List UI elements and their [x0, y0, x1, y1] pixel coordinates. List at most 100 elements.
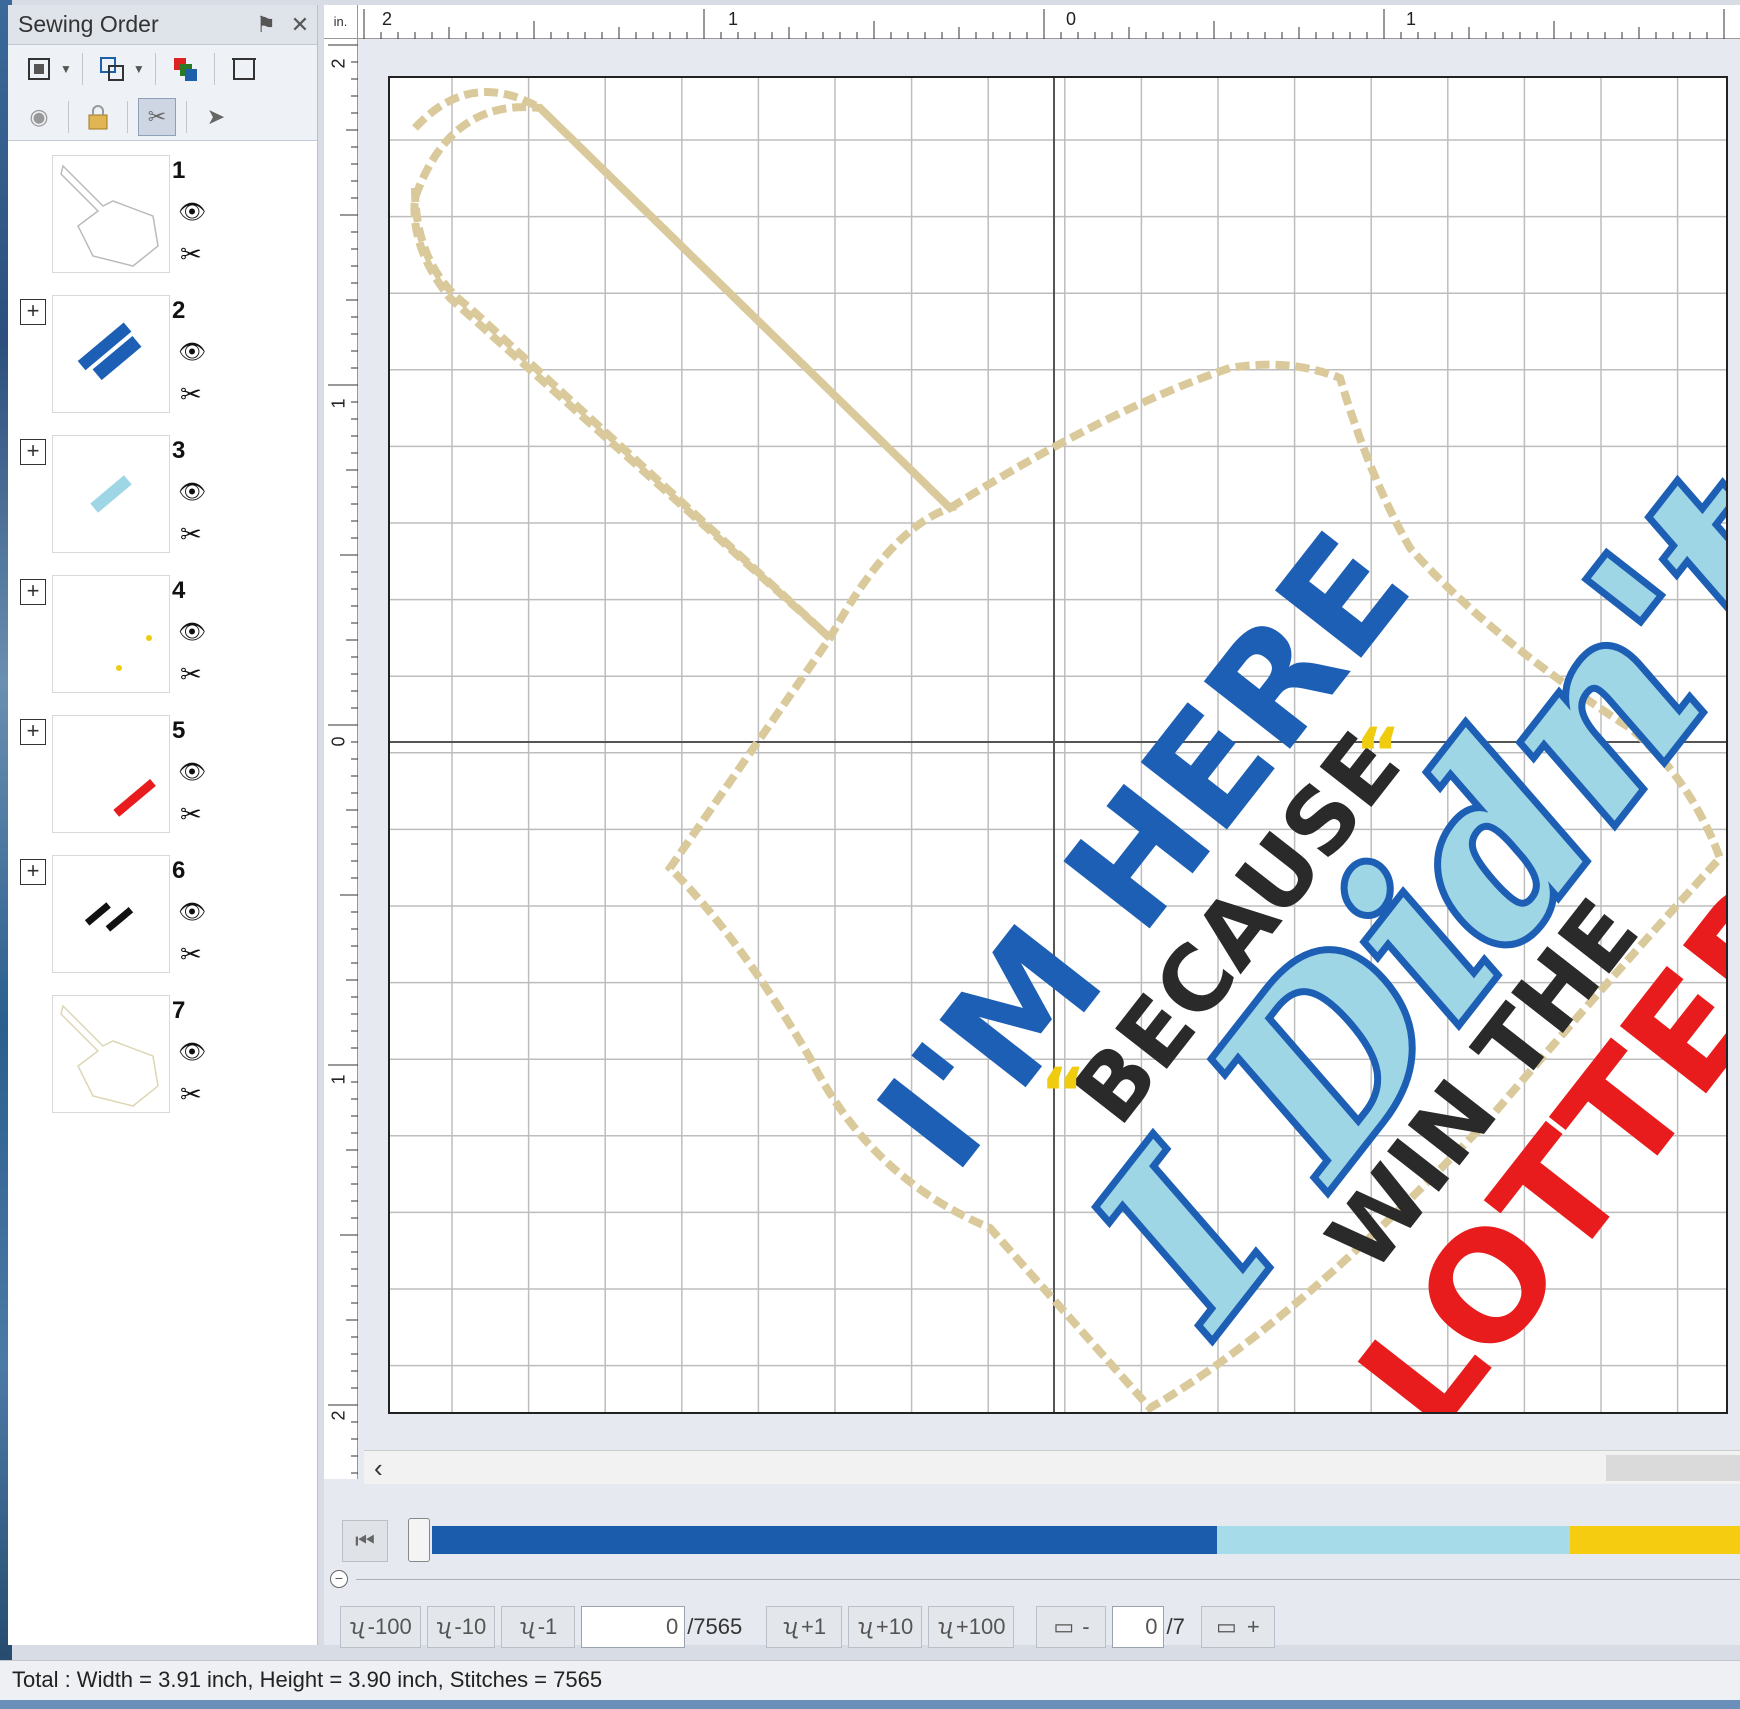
eye-icon[interactable]: 👁 — [178, 339, 206, 365]
scissors-icon[interactable]: ✂ — [180, 659, 202, 690]
stitch-slider-row: ⏮ — [340, 1516, 1740, 1568]
scissors-icon[interactable]: ✂ — [180, 239, 202, 270]
item-thumbnail[interactable] — [52, 575, 170, 693]
item-number: 6 — [172, 857, 186, 884]
ruler-left-label: 0 — [328, 736, 349, 747]
frame-icon: ▭ — [1053, 1614, 1075, 1639]
eye-icon[interactable]: 👁 — [178, 479, 206, 505]
back-10-button[interactable]: ʯ -10 — [426, 1606, 496, 1648]
ruler-unit: in. — [324, 5, 358, 39]
ruler-top-label: 2 — [382, 9, 393, 29]
expand-icon[interactable]: + — [20, 299, 46, 325]
horizontal-scrollbar[interactable]: ‹ — [364, 1450, 1740, 1484]
current-color-input[interactable]: 0 — [1112, 1606, 1165, 1648]
panel-toolbar-bottom: ◉ ✂ ➤ — [8, 93, 317, 141]
quote-mark-right: “ — [1355, 713, 1401, 795]
total-colors: /7 — [1166, 1614, 1185, 1639]
sewing-order-item[interactable]: 7 👁 ✂ — [8, 995, 317, 1135]
panel-toolbar-top: ▼ ▼ — [8, 45, 317, 93]
ruler-left-label: 1 — [328, 398, 349, 409]
ruler-left-label: 2 — [328, 58, 349, 69]
expand-icon[interactable]: + — [20, 439, 46, 465]
forward-10-button[interactable]: ʯ +10 — [848, 1606, 923, 1648]
embroidery-hoop-canvas[interactable]: I'M HERE BECAUSE I Didn't WIN THE LOTTER… — [388, 76, 1728, 1414]
status-bar: Total : Width = 3.91 inch, Height = 3.90… — [0, 1660, 1740, 1700]
item-thumbnail[interactable] — [52, 295, 170, 413]
ruler-top-label: 1 — [1406, 9, 1417, 29]
scissors-icon[interactable]: ✂ — [180, 519, 202, 550]
back-1-button[interactable]: ʯ -1 — [501, 1606, 576, 1648]
frame-icon: ▭ — [1216, 1614, 1237, 1639]
sewing-order-item[interactable]: +4 👁 ✂ — [8, 575, 317, 715]
divider — [356, 1579, 1740, 1580]
sewing-order-item[interactable]: +2 👁 ✂ — [8, 295, 317, 435]
group-dropdown-icon[interactable]: ▼ — [133, 62, 145, 76]
progress-color-segment — [432, 1526, 1217, 1554]
panel-title-bar: Sewing Order ⚑ ✕ — [8, 5, 317, 45]
scrollbar-thumb[interactable] — [1606, 1455, 1740, 1481]
trim-scissors-icon[interactable]: ✂ — [138, 97, 176, 136]
item-thumbnail[interactable] — [52, 855, 170, 973]
visibility-eye-icon[interactable]: ◉ — [20, 98, 58, 136]
item-thumbnail[interactable] — [52, 715, 170, 833]
close-icon[interactable]: ✕ — [283, 12, 317, 38]
group-icon[interactable] — [93, 50, 131, 88]
progress-color-segment — [1569, 1526, 1740, 1554]
color-back-button[interactable]: ▭ - — [1036, 1606, 1107, 1648]
forward-1-button[interactable]: ʯ +1 — [766, 1606, 843, 1648]
progress-color-segment — [1216, 1526, 1570, 1554]
item-thumbnail[interactable] — [52, 995, 170, 1113]
fit-view-dropdown-icon[interactable]: ▼ — [60, 62, 72, 76]
scissors-icon[interactable]: ✂ — [180, 1079, 202, 1110]
sewing-order-list: 1 👁 ✂ +2 👁 ✂ +3 👁 ✂ +4 👁 ✂ +5 👁 ✂ +6 👁 ✂ 7 👁 ✂ — [8, 141, 317, 1135]
item-number: 1 — [172, 157, 186, 184]
item-thumbnail[interactable] — [52, 155, 170, 273]
lock-icon[interactable] — [79, 98, 117, 136]
stitch-navigation-bar: ʯ -100 ʯ -10 ʯ -1 0 /7565 ʯ +1 ʯ +10 ʯ +100 ▭ -… — [340, 1604, 1740, 1650]
eye-icon[interactable]: 👁 — [178, 199, 206, 225]
ruler-left-label: 2 — [328, 1410, 349, 1421]
panel-title: Sewing Order — [18, 11, 159, 37]
quote-mark-left: “ — [1040, 1053, 1086, 1135]
expand-icon[interactable]: + — [20, 859, 46, 885]
color-sort-icon[interactable] — [166, 50, 204, 88]
fit-view-icon[interactable] — [20, 50, 58, 88]
total-stitches: /7565 — [687, 1614, 743, 1639]
scissors-icon[interactable]: ✂ — [180, 799, 202, 830]
item-number: 7 — [172, 997, 186, 1024]
eye-icon[interactable]: 👁 — [178, 759, 206, 785]
scissors-icon[interactable]: ✂ — [180, 939, 202, 970]
select-arrow-icon[interactable]: ➤ — [197, 98, 235, 136]
color-forward-button[interactable]: ▭ + — [1200, 1606, 1275, 1648]
go-first-button[interactable]: ⏮ — [342, 1520, 388, 1562]
back-100-button[interactable]: ʯ -100 — [340, 1606, 421, 1648]
current-stitch-input[interactable]: 0 — [581, 1606, 686, 1648]
sewing-order-item[interactable]: +3 👁 ✂ — [8, 435, 317, 575]
color-progress-bar[interactable] — [432, 1526, 1740, 1554]
item-thumbnail[interactable] — [52, 435, 170, 553]
ruler-vertical: 2 1 0 1 2 — [324, 39, 358, 1479]
eye-icon[interactable]: 👁 — [178, 899, 206, 925]
sewing-order-item[interactable]: 1 👁 ✂ — [8, 155, 317, 295]
forward-100-button[interactable]: ʯ +100 — [928, 1606, 1015, 1648]
scroll-left-icon[interactable]: ‹ — [374, 1453, 383, 1484]
sewing-order-item[interactable]: +6 👁 ✂ — [8, 855, 317, 995]
pin-icon[interactable]: ⚑ — [249, 12, 283, 38]
frame-icon[interactable] — [225, 50, 263, 88]
scissors-icon[interactable]: ✂ — [180, 379, 202, 410]
sewing-order-item[interactable]: +5 👁 ✂ — [8, 715, 317, 855]
embroidery-design[interactable]: I'M HERE BECAUSE I Didn't WIN THE LOTTER… — [390, 78, 1726, 1412]
ruler-left-label: 1 — [328, 1074, 349, 1085]
item-number: 2 — [172, 297, 186, 324]
item-number: 3 — [172, 437, 186, 464]
expand-icon[interactable]: + — [20, 579, 46, 605]
eye-icon[interactable]: 👁 — [178, 619, 206, 645]
sewing-order-panel: Sewing Order ⚑ ✕ ▼ ▼ ◉ ✂ ➤ 1👁✂+2� — [8, 5, 318, 1645]
stitch-slider-knob[interactable] — [408, 1518, 430, 1562]
collapse-icon[interactable]: − — [330, 1570, 348, 1588]
eye-icon[interactable]: 👁 — [178, 1039, 206, 1065]
ruler-horizontal: 2 1 0 1 — [324, 5, 1740, 39]
ruler-top-label: 0 — [1066, 9, 1077, 29]
item-number: 4 — [172, 577, 186, 604]
expand-icon[interactable]: + — [20, 719, 46, 745]
